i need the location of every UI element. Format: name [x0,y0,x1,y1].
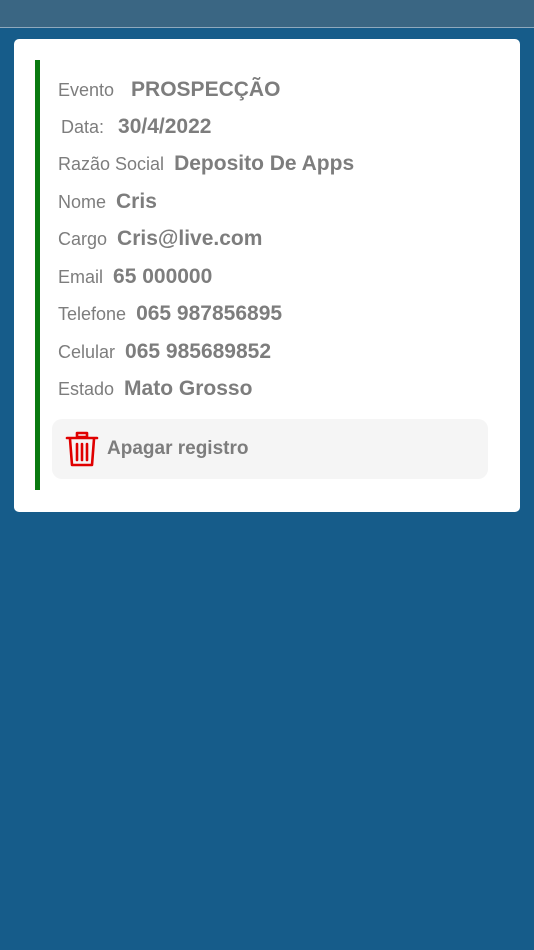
field-label: Razão Social [58,153,165,174]
field-value: Cris [116,190,157,213]
field-nome: Nome Cris [58,187,157,217]
field-label: Evento [58,79,115,100]
field-label: Email [58,266,104,287]
field-email: Email 65 000000 [58,262,212,292]
field-label: Cargo [58,228,108,249]
field-cargo: Cargo Cris@live.com [58,224,262,254]
field-value: Mato Grosso [124,377,253,400]
field-data: Data: 30/4/2022 [61,112,211,142]
record-card: Evento PROSPECÇÃO Data: 30/4/2022 Razão … [14,39,520,512]
delete-record-button[interactable]: Apagar registro [52,419,488,479]
status-bar [0,0,534,28]
field-value: 065 985689852 [125,340,272,363]
field-value: 65 000000 [113,265,213,288]
status-accent-bar [35,60,40,490]
field-estado: Estado Mato Grosso [58,374,252,404]
field-label: Data: [61,116,105,137]
field-label: Telefone [58,303,127,324]
field-label: Estado [58,378,115,399]
field-value: PROSPECÇÃO [131,78,281,101]
field-evento: Evento PROSPECÇÃO [58,75,280,105]
field-celular: Celular 065 985689852 [58,337,271,367]
field-label: Celular [58,341,116,362]
field-value: Cris@live.com [117,227,263,250]
field-label: Nome [58,191,107,212]
delete-record-label: Apagar registro [107,438,249,459]
field-razao-social: Razão Social Deposito De Apps [58,149,354,179]
field-value: Deposito De Apps [174,152,355,175]
trash-icon [65,431,99,467]
field-telefone: Telefone 065 987856895 [58,299,282,329]
field-value: 065 987856895 [136,302,283,325]
field-value: 30/4/2022 [118,115,212,138]
